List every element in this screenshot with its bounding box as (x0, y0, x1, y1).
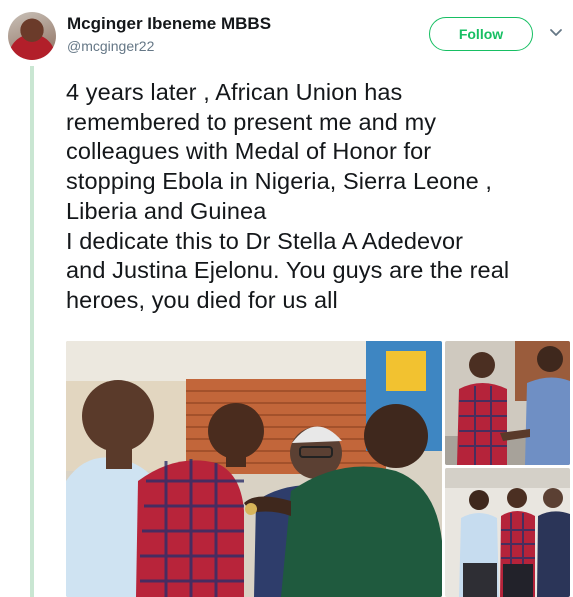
follow-button[interactable]: Follow (429, 17, 533, 51)
tweet-photo-handshake[interactable] (445, 341, 570, 465)
avatar[interactable] (8, 12, 56, 60)
tweet-text: 4 years later , African Union has rememb… (66, 79, 510, 313)
display-name[interactable]: Mcginger Ibeneme MBBS (67, 14, 271, 34)
tweet-photo-main[interactable] (66, 341, 442, 597)
user-handle[interactable]: @mcginger22 (67, 38, 154, 54)
thread-line (30, 66, 34, 597)
chevron-down-icon[interactable] (549, 26, 563, 40)
tweet-photo-group[interactable] (445, 468, 570, 597)
